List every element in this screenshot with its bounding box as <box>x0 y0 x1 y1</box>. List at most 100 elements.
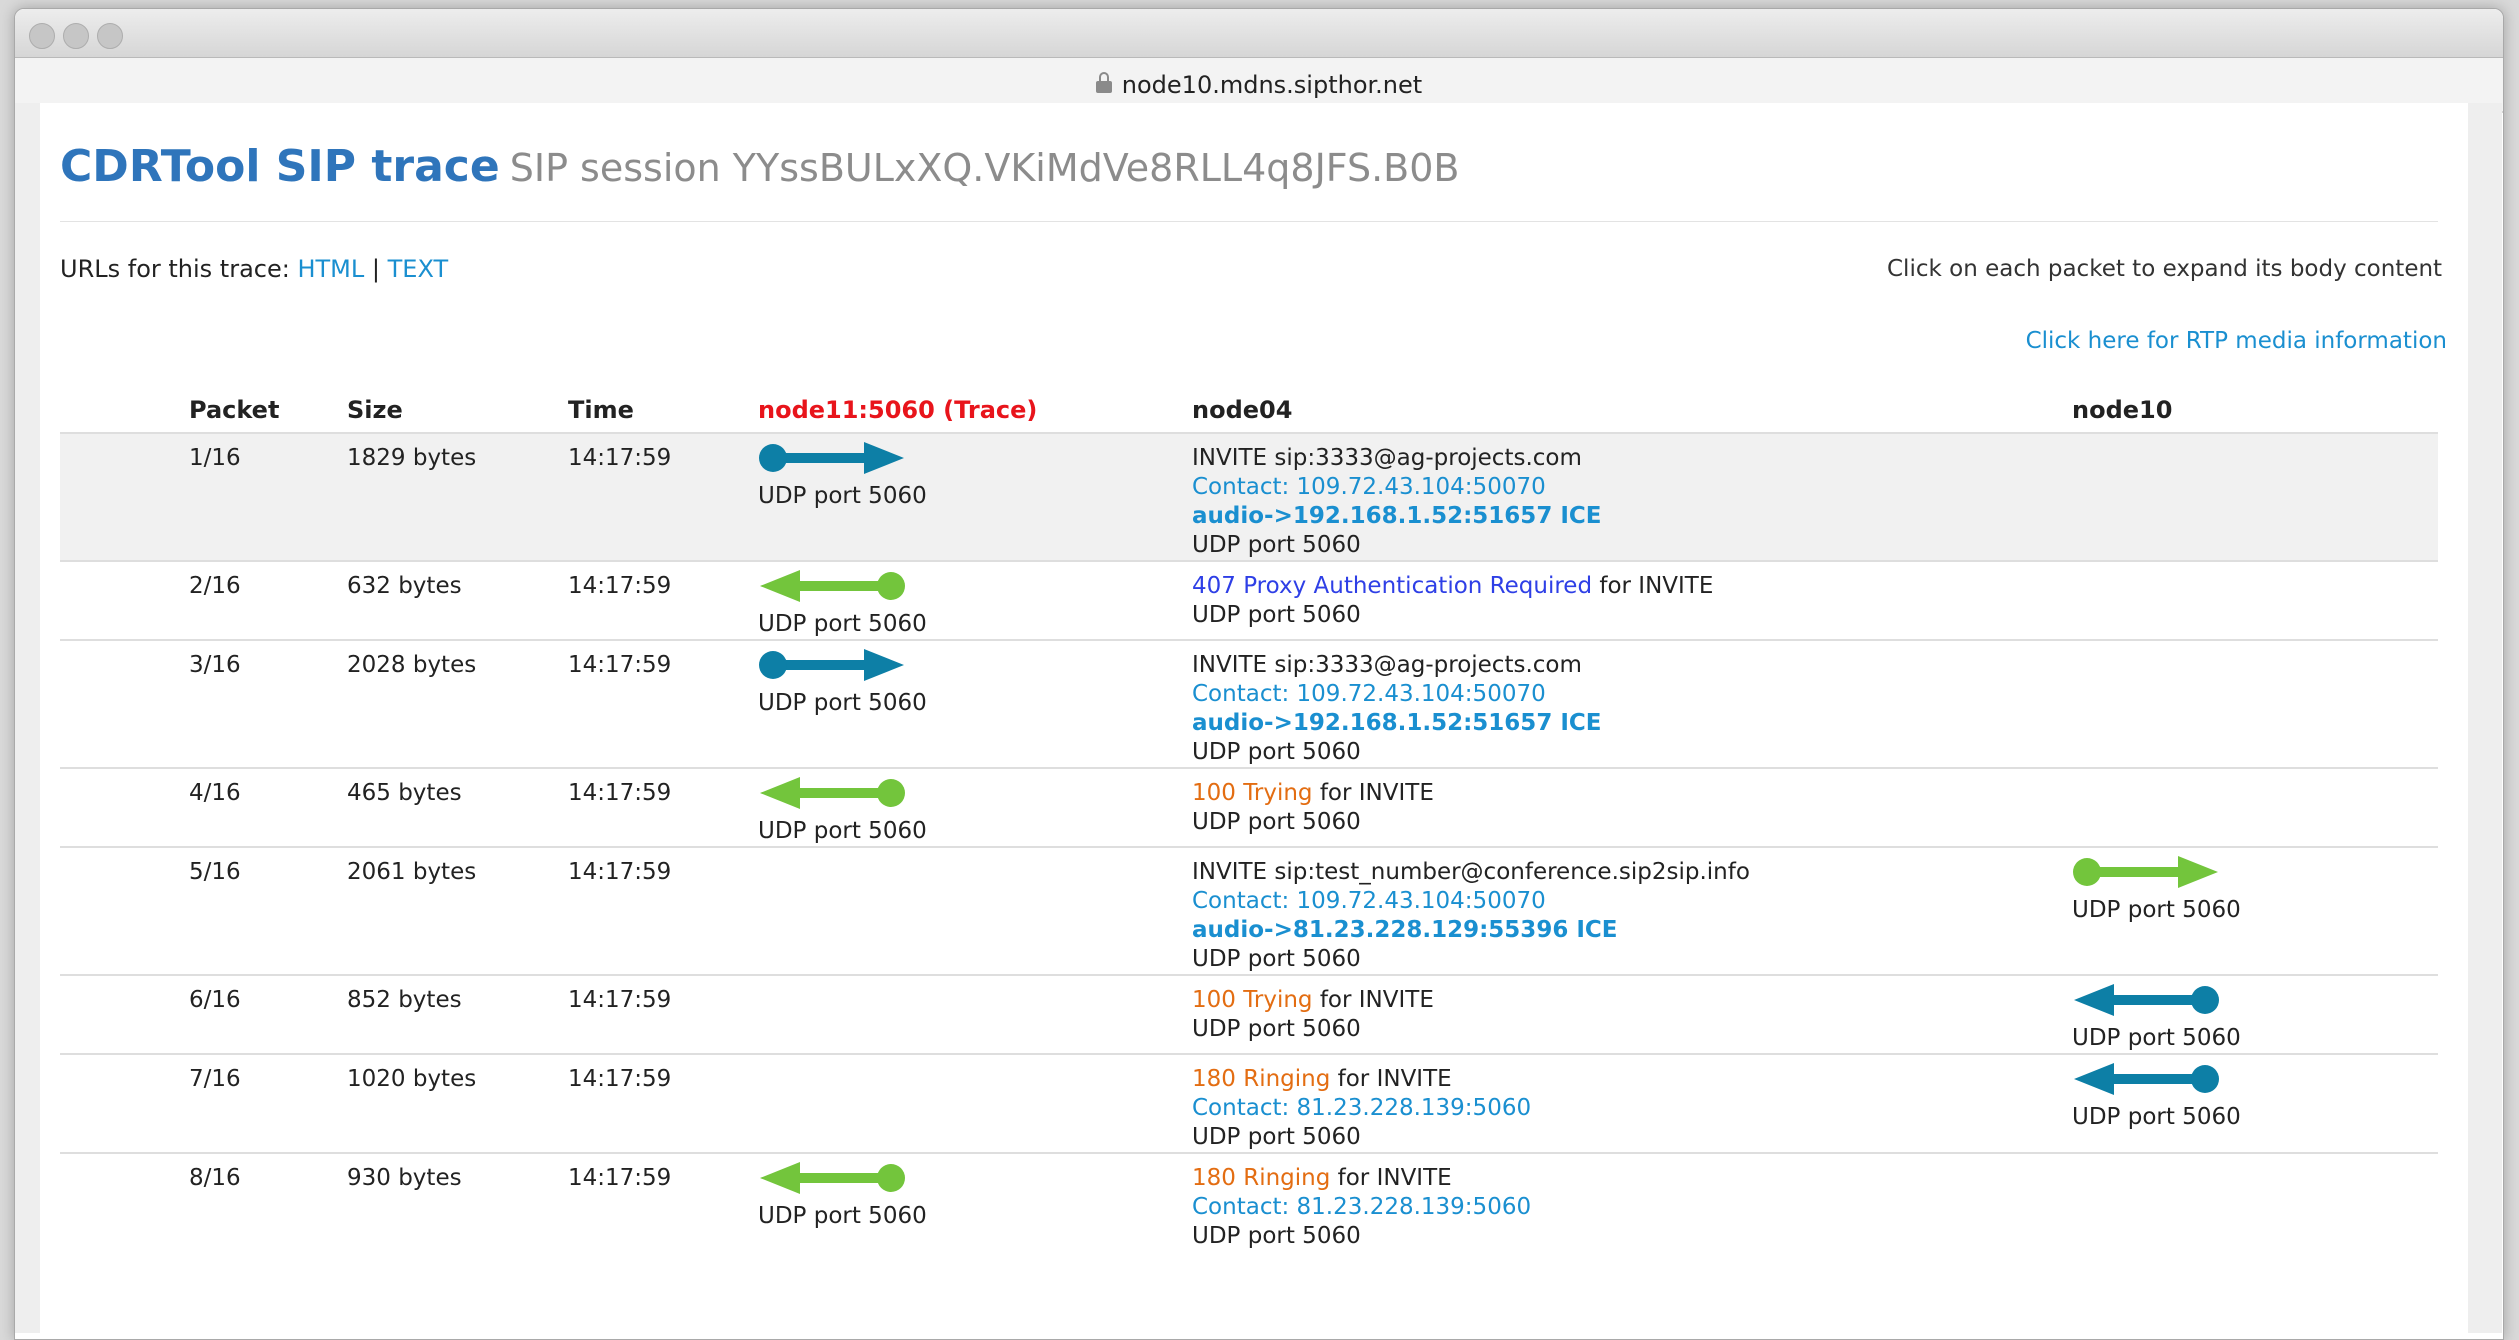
title-divider <box>60 221 2438 222</box>
right-node-cell: UDP port 5060 <box>2072 974 2438 1054</box>
sip-message-cell[interactable]: 180 Ringing for INVITE Contact: 81.23.228… <box>1192 1053 2072 1153</box>
minimize-window-button[interactable] <box>63 23 89 49</box>
packet-arrow-left[interactable] <box>2072 984 2438 1024</box>
packet-arrow-left[interactable] <box>758 570 1192 610</box>
packet-arrow-right[interactable] <box>758 649 1192 689</box>
sip-via: UDP port 5060 <box>1192 602 1361 628</box>
row-spacer <box>60 846 189 975</box>
table-row[interactable]: 7/16 1020 bytes 14:17:59 180 Ringing for IN… <box>60 1053 2438 1153</box>
trace-node-cell: UDP port 5060 <box>758 767 1192 847</box>
packet-number[interactable]: 2/16 <box>189 560 347 640</box>
port-label: UDP port 5060 <box>758 611 927 637</box>
packet-number[interactable]: 8/16 <box>189 1152 347 1251</box>
sip-status-code[interactable]: 407 Proxy Authentication Required <box>1192 573 1592 599</box>
table-row[interactable]: 3/16 2028 bytes 14:17:59 UDP port 5060 INVIT… <box>60 639 2438 768</box>
packet-number[interactable]: 4/16 <box>189 767 347 847</box>
title-bar <box>15 9 2503 58</box>
sip-message-cell[interactable]: INVITE sip:3333@ag-projects.com Contact: … <box>1192 639 2072 768</box>
right-node-cell: UDP port 5060 <box>2072 846 2438 975</box>
urls-label: URLs for this trace: <box>60 255 290 283</box>
packet-time: 14:17:59 <box>568 560 758 640</box>
address-url: node10.mdns.sipthor.net <box>1121 70 1423 99</box>
packet-arrow-left[interactable] <box>758 777 1192 817</box>
port-label: UDP port 5060 <box>758 818 927 844</box>
sip-contact: Contact: 109.72.43.104:50070 <box>1192 681 1546 707</box>
sip-via: UDP port 5060 <box>1192 809 1361 835</box>
packet-arrow-right[interactable] <box>2072 856 2438 896</box>
sip-via: UDP port 5060 <box>1192 1016 1361 1042</box>
right-arrow-icon <box>759 442 904 474</box>
sip-status-suffix: for INVITE <box>1337 1066 1452 1092</box>
table-row[interactable]: 8/16 930 bytes 14:17:59 UDP port 5060 180 Ri… <box>60 1152 2438 1251</box>
sip-contact: Contact: 109.72.43.104:50070 <box>1192 474 1546 500</box>
sip-via: UDP port 5060 <box>1192 1223 1361 1249</box>
packet-number[interactable]: 6/16 <box>189 974 347 1054</box>
packet-time: 14:17:59 <box>568 432 758 561</box>
sip-contact: Contact: 109.72.43.104:50070 <box>1192 888 1546 914</box>
trace-node-cell: UDP port 5060 <box>758 560 1192 640</box>
zoom-window-button[interactable] <box>97 23 123 49</box>
column-header-time: Time <box>568 395 634 424</box>
trace-node-cell: UDP port 5060 <box>758 432 1192 561</box>
close-window-button[interactable] <box>29 23 55 49</box>
packet-size: 2028 bytes <box>347 639 568 768</box>
packet-number[interactable]: 7/16 <box>189 1053 347 1153</box>
sip-status: 100 Trying for INVITE <box>1192 986 2072 1015</box>
packet-time: 14:17:59 <box>568 1152 758 1251</box>
right-node-cell <box>2072 639 2438 768</box>
trace-node-cell <box>758 974 1192 1054</box>
page-title-session: SIP session YYssBULxXQ.VKiMdVe8RLL4q8JFS… <box>509 146 1460 190</box>
sip-status-suffix: for INVITE <box>1337 1165 1452 1191</box>
right-arrow-icon <box>2073 856 2218 888</box>
sip-message-cell[interactable]: 100 Trying for INVITE UDP port 5060 <box>1192 974 2072 1054</box>
column-header-size: Size <box>347 395 403 424</box>
sip-status-code[interactable]: 180 Ringing <box>1192 1165 1330 1191</box>
sip-contact: Contact: 81.23.228.139:5060 <box>1192 1194 1532 1220</box>
column-header-spacer <box>60 387 189 433</box>
sip-audio: audio->192.168.1.52:51657 ICE <box>1192 503 1602 529</box>
row-spacer <box>60 639 189 768</box>
packet-time: 14:17:59 <box>568 767 758 847</box>
html-link[interactable]: HTML <box>297 255 364 283</box>
row-spacer <box>60 974 189 1054</box>
sip-status-code[interactable]: 100 Trying <box>1192 987 1313 1013</box>
table-row[interactable]: 1/16 1829 bytes 14:17:59 UDP port 5060 INVIT… <box>60 432 2438 561</box>
sip-message-cell[interactable]: 180 Ringing for INVITE Contact: 81.23.228… <box>1192 1152 2072 1251</box>
sip-contact: Contact: 81.23.228.139:5060 <box>1192 1095 1532 1121</box>
sip-via: UDP port 5060 <box>1192 532 1361 558</box>
packet-arrow-left[interactable] <box>2072 1063 2438 1103</box>
sip-message-cell[interactable]: 407 Proxy Authentication Required for IN… <box>1192 560 2072 640</box>
table-row[interactable]: 2/16 632 bytes 14:17:59 UDP port 5060 407 Pr… <box>60 560 2438 640</box>
rtp-media-link[interactable]: Click here for RTP media information <box>2026 328 2447 354</box>
sip-message-cell[interactable]: 100 Trying for INVITE UDP port 5060 <box>1192 767 2072 847</box>
packet-arrow-left[interactable] <box>758 1162 1192 1202</box>
sip-status-code[interactable]: 100 Trying <box>1192 780 1313 806</box>
table-row[interactable]: 5/16 2061 bytes 14:17:59 INVITE sip:test_nu… <box>60 846 2438 975</box>
packet-number[interactable]: 5/16 <box>189 846 347 975</box>
packet-number[interactable]: 3/16 <box>189 639 347 768</box>
urls-separator: | <box>371 255 380 283</box>
packet-size: 930 bytes <box>347 1152 568 1251</box>
right-node-cell <box>2072 560 2438 640</box>
port-label: UDP port 5060 <box>758 1203 927 1229</box>
text-link[interactable]: TEXT <box>388 255 449 283</box>
sip-status: 180 Ringing for INVITE <box>1192 1065 2072 1094</box>
right-page-margin <box>2468 103 2502 1333</box>
sip-message-cell[interactable]: INVITE sip:3333@ag-projects.com Contact: … <box>1192 432 2072 561</box>
packet-number[interactable]: 1/16 <box>189 432 347 561</box>
trace-node-cell: UDP port 5060 <box>758 1152 1192 1251</box>
packet-time: 14:17:59 <box>568 639 758 768</box>
sip-status-code[interactable]: 180 Ringing <box>1192 1066 1330 1092</box>
left-arrow-icon <box>2074 984 2219 1016</box>
table-row[interactable]: 4/16 465 bytes 14:17:59 UDP port 5060 100 Tr… <box>60 767 2438 847</box>
trace-urls: URLs for this trace: HTML | TEXT <box>60 255 448 283</box>
left-arrow-icon <box>760 1162 905 1194</box>
packet-arrow-right[interactable] <box>758 442 1192 482</box>
right-node-cell: UDP port 5060 <box>2072 1053 2438 1153</box>
sip-message-cell[interactable]: INVITE sip:test_number@conference.sip2si… <box>1192 846 2072 975</box>
sip-trace-table: Packet Size Time node11:5060 (Trace) nod… <box>60 387 2438 1251</box>
sip-via: UDP port 5060 <box>1192 739 1361 765</box>
sip-status: 407 Proxy Authentication Required for IN… <box>1192 572 2072 601</box>
sip-audio: audio->192.168.1.52:51657 ICE <box>1192 710 1602 736</box>
table-row[interactable]: 6/16 852 bytes 14:17:59 100 Trying for INVI… <box>60 974 2438 1054</box>
